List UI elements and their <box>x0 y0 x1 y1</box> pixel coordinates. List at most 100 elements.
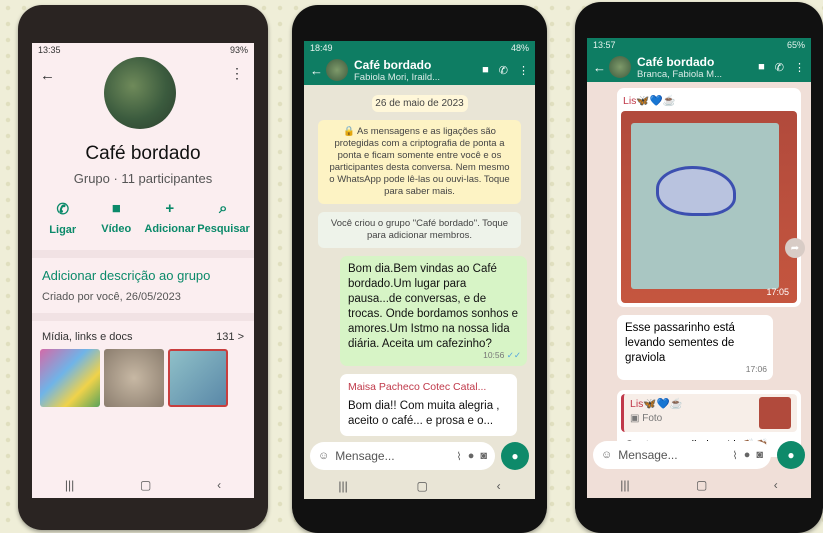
forward-icon[interactable]: ➦ <box>785 238 805 258</box>
incoming-message: Esse passarinho está levando sementes de… <box>617 315 773 380</box>
message-text: Bom dia.Bem vindas ao Café bordado.Um lu… <box>348 263 519 350</box>
attach-icon[interactable]: ⌇ <box>456 450 461 463</box>
android-nav-bar: ||| ▢ ‹ <box>304 473 535 499</box>
encryption-notice-text: As mensagens e as ligações são protegida… <box>329 126 510 197</box>
group-avatar[interactable] <box>326 59 348 81</box>
photo-icon: ▣ <box>630 413 640 424</box>
message-time: 17:05 <box>766 287 789 297</box>
media-thumbnail[interactable] <box>104 349 164 407</box>
android-nav-bar: ||| ▢ ‹ <box>32 472 254 498</box>
payment-icon[interactable]: ● <box>744 449 751 461</box>
voice-call-icon[interactable]: ✆ <box>499 64 508 77</box>
back-arrow-icon[interactable]: ← <box>593 60 606 75</box>
chat-header: 13:57 65% ← Café bordado Branca, Fabiola… <box>587 38 811 82</box>
message-text: Bom dia!! Com muita alegria , aceito o c… <box>348 400 500 427</box>
video-label: Vídeo <box>101 223 132 235</box>
quoted-message[interactable]: Lis🦋💙☕ ▣ Foto <box>621 394 797 432</box>
home-icon[interactable]: ▢ <box>417 479 428 493</box>
search-icon: ⌕ <box>219 200 228 217</box>
read-receipt-icon: ✓✓ <box>506 350 521 360</box>
emoji-icon[interactable]: ☺ <box>601 449 612 461</box>
search-button[interactable]: ⌕ Pesquisar <box>197 200 250 236</box>
status-battery: 93% <box>229 45 248 55</box>
encryption-notice[interactable]: 🔒 As mensagens e as ligações são protegi… <box>318 120 521 204</box>
phone-3: 13:57 65% ← Café bordado Branca, Fabiola… <box>575 2 823 533</box>
message-placeholder: Mensage... <box>618 448 678 462</box>
camera-icon[interactable]: ◙ <box>756 449 763 461</box>
chat-members: Fabiola Mori, Iraild... <box>354 71 441 83</box>
emoji-icon[interactable]: ☺ <box>318 450 329 462</box>
mic-button[interactable]: ● <box>777 441 805 469</box>
status-time: 13:35 <box>38 45 61 55</box>
recent-apps-icon[interactable]: ||| <box>338 479 347 493</box>
message-input[interactable]: ☺ Mensage... ⌇ ● ◙ <box>310 442 495 470</box>
media-thumbnail[interactable] <box>168 349 228 407</box>
add-button[interactable]: + Adicionar <box>144 200 196 236</box>
more-options-icon[interactable]: ⋮ <box>518 64 529 77</box>
recent-apps-icon[interactable]: ||| <box>65 478 74 492</box>
outgoing-message: Bom dia.Bem vindas ao Café bordado.Um lu… <box>340 256 527 366</box>
back-nav-icon[interactable]: ‹ <box>217 478 221 492</box>
status-bar: 18:49 48% <box>304 41 535 55</box>
media-links-docs-row[interactable]: Mídia, links e docs 131 > <box>32 321 254 349</box>
group-avatar[interactable] <box>104 57 176 129</box>
call-button[interactable]: ✆ Ligar <box>37 200 89 236</box>
chat-title-block[interactable]: Café bordado Fabiola Mori, Iraild... <box>354 58 482 83</box>
message-sender: Lis🦋💙☕ <box>623 95 676 107</box>
message-input[interactable]: ☺ Mensage... ⌇ ● ◙ <box>593 441 771 469</box>
home-icon[interactable]: ▢ <box>696 478 707 492</box>
video-icon: ■ <box>111 200 121 217</box>
home-icon[interactable]: ▢ <box>140 478 151 492</box>
phone-1: 13:35 93% ← ⋮ Café bordado Grupo · 11 pa… <box>18 5 268 530</box>
status-bar: 13:35 93% <box>32 43 254 57</box>
camera-icon[interactable]: ◙ <box>480 450 487 462</box>
chat-title-block[interactable]: Café bordado Branca, Fabiola M... <box>637 55 758 80</box>
back-arrow-icon[interactable]: ← <box>310 63 323 78</box>
more-options-icon[interactable]: ⋮ <box>230 65 244 82</box>
status-time: 13:57 <box>593 40 616 50</box>
recent-apps-icon[interactable]: ||| <box>620 478 629 492</box>
more-options-icon[interactable]: ⋮ <box>794 61 805 74</box>
media-count: 131 > <box>216 331 244 343</box>
group-created-notice[interactable]: Você criou o grupo "Café bordado". Toque… <box>318 212 521 248</box>
media-thumbnail[interactable] <box>40 349 100 407</box>
group-avatar[interactable] <box>609 56 631 78</box>
payment-icon[interactable]: ● <box>468 450 475 462</box>
mic-button[interactable]: ● <box>501 442 529 470</box>
mic-icon: ● <box>511 449 519 463</box>
chat-name: Café bordado <box>637 54 715 69</box>
add-label: Adicionar <box>144 223 196 235</box>
embroidered-bird <box>656 166 736 216</box>
message-time-value: 10:56 <box>483 350 505 360</box>
status-time: 18:49 <box>310 43 333 53</box>
add-description-link[interactable]: Adicionar descrição ao grupo <box>32 258 254 287</box>
add-person-icon: + <box>165 200 175 217</box>
search-label: Pesquisar <box>197 223 250 235</box>
video-button[interactable]: ■ Vídeo <box>90 200 142 236</box>
message-text: Esse passarinho está levando sementes de… <box>625 322 735 364</box>
status-battery: 48% <box>510 43 529 53</box>
quoted-sender: Lis🦋💙☕ <box>630 398 683 410</box>
attach-icon[interactable]: ⌇ <box>732 449 737 462</box>
status-bar: 13:57 65% <box>587 38 811 52</box>
back-nav-icon[interactable]: ‹ <box>497 479 501 493</box>
quoted-type-label: Foto <box>642 413 663 424</box>
group-actions: ✆ Ligar ■ Vídeo + Adicionar ⌕ Pesquisar <box>32 200 254 236</box>
voice-call-icon[interactable]: ✆ <box>775 61 784 74</box>
mic-icon: ● <box>787 448 795 462</box>
media-thumbnails <box>32 349 254 407</box>
chat-header: 18:49 48% ← Café bordado Fabiola Mori, I… <box>304 41 535 85</box>
embroidery-photo[interactable]: 17:05 <box>621 111 797 303</box>
message-time: 17:06 <box>745 364 767 374</box>
group-title: Café bordado <box>85 143 201 164</box>
date-chip: 26 de maio de 2023 <box>371 95 468 112</box>
back-arrow-icon[interactable]: ← <box>40 67 55 84</box>
chat-members: Branca, Fabiola M... <box>637 68 723 80</box>
back-nav-icon[interactable]: ‹ <box>774 478 778 492</box>
video-call-icon[interactable]: ■ <box>758 61 765 74</box>
phone-icon: ✆ <box>56 201 70 218</box>
incoming-message: Maisa Pacheco Cotec Catal... Bom dia!! C… <box>340 374 517 436</box>
image-message[interactable]: Lis🦋💙☕ 17:05 <box>617 88 801 307</box>
video-call-icon[interactable]: ■ <box>482 64 489 77</box>
group-info-screen: 13:35 93% ← ⋮ Café bordado Grupo · 11 pa… <box>32 43 254 498</box>
